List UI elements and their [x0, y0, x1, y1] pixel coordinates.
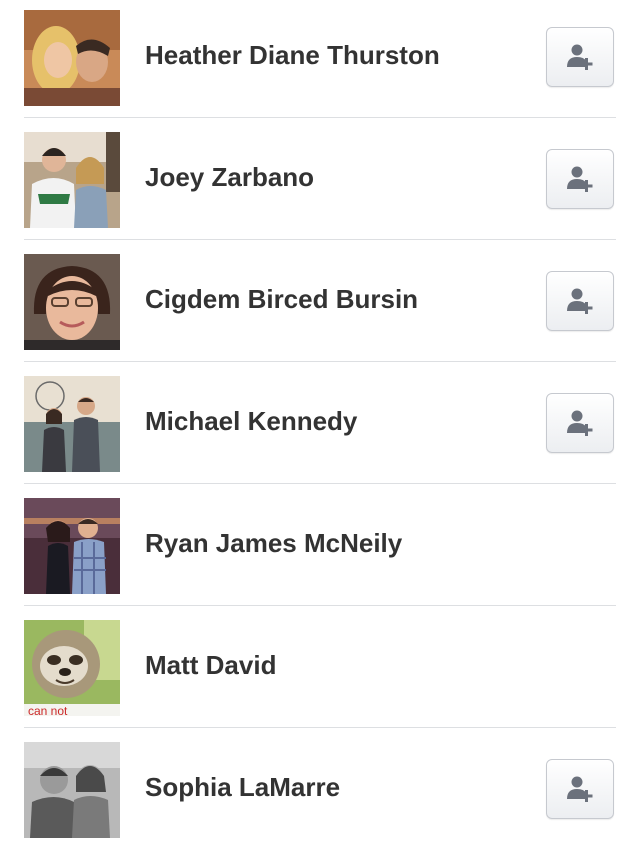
avatar[interactable] [24, 376, 120, 472]
profile-photo: can not [24, 620, 120, 716]
list-item[interactable]: Michael Kennedy [0, 362, 640, 484]
add-friend-button[interactable] [546, 393, 614, 453]
person-name[interactable]: Matt David [145, 650, 276, 681]
avatar[interactable] [24, 498, 120, 594]
add-friend-button[interactable] [546, 27, 614, 87]
avatar[interactable] [24, 254, 120, 350]
avatar[interactable]: can not [24, 620, 120, 716]
person-name[interactable]: Joey Zarbano [145, 162, 314, 193]
list-item[interactable]: Joey Zarbano [0, 118, 640, 240]
list-item[interactable]: Ryan James McNeily [0, 484, 640, 606]
profile-photo [24, 376, 120, 472]
avatar[interactable] [24, 132, 120, 228]
add-friend-button[interactable] [546, 271, 614, 331]
person-name[interactable]: Sophia LaMarre [145, 772, 340, 803]
list-item[interactable]: Sophia LaMarre [0, 728, 640, 850]
list-item[interactable]: Heather Diane Thurston [0, 0, 640, 118]
profile-photo [24, 10, 120, 106]
add-friend-button[interactable] [546, 759, 614, 819]
list-item[interactable]: Cigdem Birced Bursin [0, 240, 640, 362]
avatar[interactable] [24, 742, 120, 838]
profile-photo [24, 498, 120, 594]
add-friend-icon [567, 288, 593, 314]
add-friend-icon [567, 410, 593, 436]
avatar[interactable] [24, 10, 120, 106]
person-name[interactable]: Heather Diane Thurston [145, 40, 440, 71]
profile-photo [24, 132, 120, 228]
add-friend-icon [567, 776, 593, 802]
add-friend-button[interactable] [546, 149, 614, 209]
person-name[interactable]: Cigdem Birced Bursin [145, 284, 418, 315]
svg-text:can not: can not [28, 704, 68, 716]
person-name[interactable]: Ryan James McNeily [145, 528, 402, 559]
add-friend-icon [567, 166, 593, 192]
list-item[interactable]: can not Matt David [0, 606, 640, 728]
profile-photo [24, 254, 120, 350]
profile-photo [24, 742, 120, 838]
friend-suggestion-list: Heather Diane Thurston Joey Zarbano Cigd… [0, 0, 640, 848]
person-name[interactable]: Michael Kennedy [145, 406, 357, 437]
add-friend-icon [567, 44, 593, 70]
